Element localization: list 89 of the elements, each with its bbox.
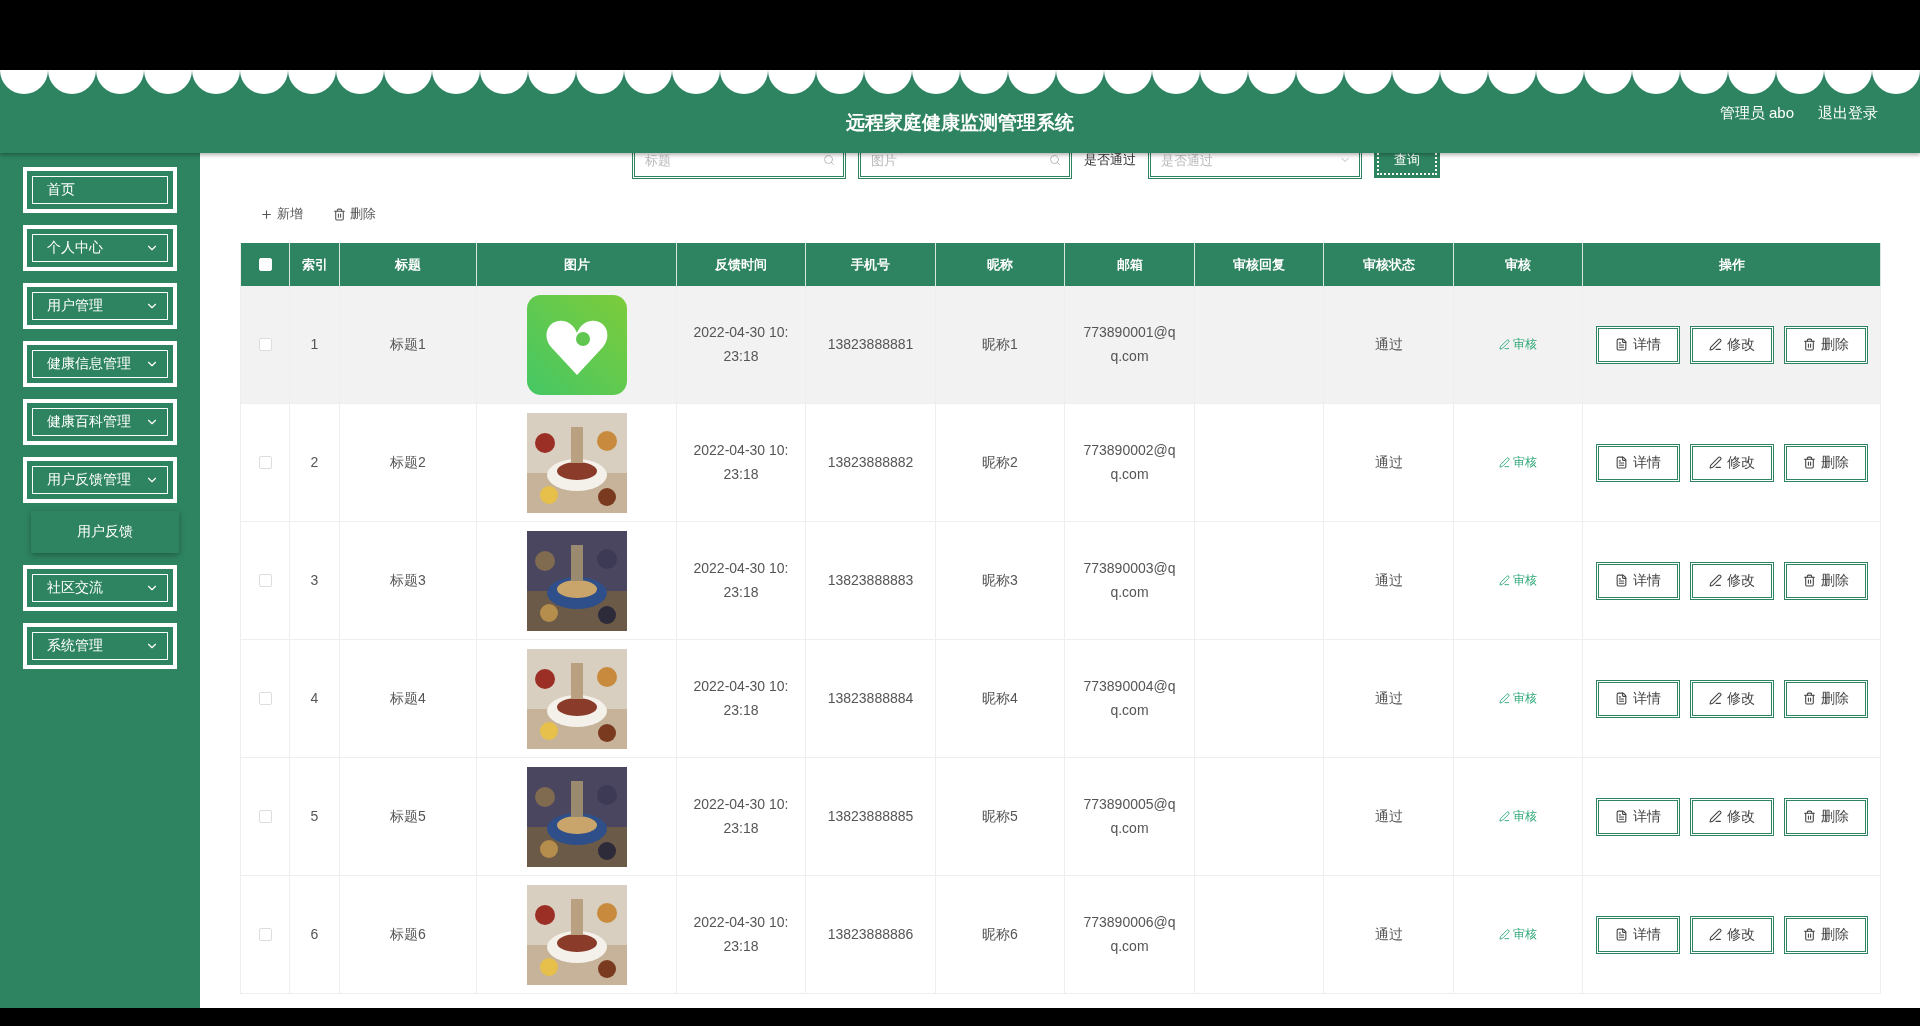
menu-item[interactable]: 健康信息管理 [23, 341, 177, 387]
document-icon [1614, 810, 1628, 823]
table-cell: 773890006@qq.com [1065, 876, 1195, 994]
pen-icon [1708, 810, 1722, 823]
action-button[interactable]: 修改 [1689, 325, 1774, 364]
trash-icon [1802, 456, 1816, 469]
trash-icon [1802, 692, 1816, 705]
menu-item[interactable]: 首页 [23, 167, 177, 213]
document-icon [1614, 338, 1628, 351]
pen-icon [1499, 693, 1510, 704]
pen-icon [1499, 575, 1510, 586]
pen-icon [1708, 692, 1722, 705]
checkbox[interactable] [258, 692, 272, 705]
document-icon [1614, 456, 1628, 469]
table-header-cell: 操作 [1583, 243, 1881, 286]
select-field[interactable]: 是否通过 [1148, 153, 1362, 179]
filter-label: 是否通过 [1084, 153, 1136, 169]
table-header-cell: 标题 [340, 243, 477, 286]
action-button[interactable]: 修改 [1689, 561, 1774, 600]
add-button[interactable]: 新增 [260, 205, 303, 223]
trash-icon [1802, 574, 1816, 587]
menu-item[interactable]: 系统管理 [23, 623, 177, 669]
pen-icon [1499, 811, 1510, 822]
menu-item[interactable]: 用户反馈管理 [23, 457, 177, 503]
trash-icon [333, 207, 346, 221]
action-button[interactable]: 详情 [1595, 915, 1680, 954]
search-field[interactable]: 图片 [858, 153, 1072, 179]
checkbox[interactable] [258, 338, 272, 351]
checkbox[interactable] [258, 928, 272, 941]
table-header-cell: 索引 [290, 243, 340, 286]
menu-item[interactable]: 社区交流 [23, 565, 177, 611]
action-button[interactable]: 详情 [1595, 679, 1680, 718]
table-header-cell: 反馈时间 [677, 243, 806, 286]
action-button[interactable]: 删除 [1783, 797, 1868, 836]
pen-icon [1499, 929, 1510, 940]
action-button[interactable]: 删除 [1783, 325, 1868, 364]
checkbox[interactable] [258, 456, 272, 469]
pen-icon [1708, 928, 1722, 941]
pen-icon [1708, 338, 1722, 351]
action-button[interactable]: 删除 [1783, 915, 1868, 954]
search-icon [823, 154, 835, 166]
query-button[interactable]: 查询 [1374, 153, 1440, 178]
table-cell: 标题6 [340, 876, 477, 994]
action-button[interactable]: 修改 [1689, 797, 1774, 836]
pen-icon [1499, 457, 1510, 468]
action-button[interactable]: 详情 [1595, 443, 1680, 482]
table-header-cell: 手机号 [806, 243, 936, 286]
document-icon [1614, 574, 1628, 587]
menu-item[interactable]: 健康百科管理 [23, 399, 177, 445]
user-label: 管理员 abo [1719, 104, 1794, 123]
action-button[interactable]: 详情 [1595, 561, 1680, 600]
table-cell: 13823888886 [806, 876, 936, 994]
action-button[interactable]: 修改 [1689, 443, 1774, 482]
action-button[interactable]: 详情 [1595, 325, 1680, 364]
table-header-cell: 审核回复 [1195, 243, 1324, 286]
action-button[interactable]: 修改 [1689, 679, 1774, 718]
action-button[interactable]: 修改 [1689, 915, 1774, 954]
trash-icon [1802, 928, 1816, 941]
plus-icon [260, 207, 273, 221]
table-header-cell: 昵称 [936, 243, 1065, 286]
menu-item[interactable]: 用户管理 [23, 283, 177, 329]
app-title: 远程家庭健康监测管理系统 [846, 110, 1074, 135]
submenu-item[interactable]: 用户反馈 [31, 511, 179, 553]
pen-icon [1708, 574, 1722, 587]
action-button[interactable]: 删除 [1783, 561, 1868, 600]
checkbox[interactable] [258, 574, 272, 587]
pen-icon [1499, 339, 1510, 350]
table-header-cell: 图片 [477, 243, 677, 286]
trash-icon [1802, 338, 1816, 351]
action-button[interactable]: 删除 [1783, 443, 1868, 482]
table-cell: 通过 [1324, 876, 1454, 994]
menu-item[interactable]: 个人中心 [23, 225, 177, 271]
action-button[interactable]: 详情 [1595, 797, 1680, 836]
pen-icon [1708, 456, 1722, 469]
search-field[interactable]: 标题 [632, 153, 846, 179]
trash-icon [1802, 810, 1816, 823]
delete-button[interactable]: 删除 [333, 205, 376, 223]
table-header-cell: 审核状态 [1324, 243, 1454, 286]
table-cell: 6 [290, 876, 340, 994]
search-icon [1049, 154, 1061, 166]
action-button[interactable]: 删除 [1783, 679, 1868, 718]
logout-link[interactable]: 退出登录 [1818, 104, 1878, 123]
table-header-cell: 审核 [1454, 243, 1583, 286]
table-cell: 2022-04-30 10:23:18 [677, 876, 806, 994]
document-icon [1614, 692, 1628, 705]
table-cell: 昵称6 [936, 876, 1065, 994]
checkbox[interactable] [258, 810, 272, 823]
document-icon [1614, 928, 1628, 941]
table-header-cell: 邮箱 [1065, 243, 1195, 286]
